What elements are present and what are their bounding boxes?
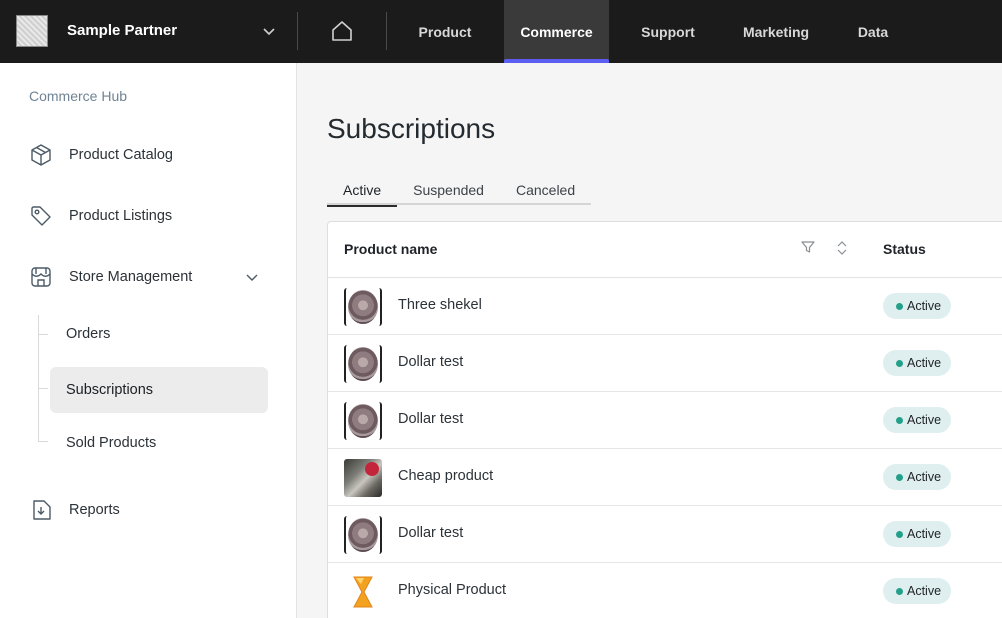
product-thumbnail — [344, 459, 382, 497]
tag-icon — [31, 206, 51, 226]
status-badge: Active — [883, 464, 952, 490]
tab-active[interactable]: Active — [327, 174, 398, 207]
product-name: Dollar test — [398, 411, 464, 427]
divider — [297, 12, 298, 50]
page-title: Subscriptions — [327, 113, 496, 144]
table-row[interactable]: Dollar test Active — [328, 392, 1002, 449]
sidebar: Commerce Hub Product Catalog Product Lis… — [0, 63, 297, 618]
table-row[interactable]: Dollar test Active — [328, 335, 1002, 392]
filter-icon[interactable] — [800, 239, 816, 255]
chevron-down-icon[interactable] — [244, 269, 260, 285]
sidebar-item-sold-products[interactable]: Sold Products — [50, 420, 268, 466]
box-icon — [31, 144, 51, 166]
sidebar-item-product-listings[interactable]: Product Listings — [28, 201, 172, 231]
table-header: Product name Status — [328, 222, 1002, 278]
top-navigation-bar: Sample Partner Product Commerce Support … — [0, 0, 1002, 63]
product-thumbnail — [344, 345, 382, 383]
report-icon — [33, 500, 51, 520]
nav-product[interactable]: Product — [403, 0, 487, 63]
table-row[interactable]: Physical Product Active — [328, 563, 1002, 618]
tree-line — [38, 388, 48, 389]
sidebar-item-orders[interactable]: Orders — [50, 311, 268, 357]
status-badge: Active — [883, 407, 952, 433]
sidebar-item-label: Reports — [69, 502, 120, 518]
column-header-product-name[interactable]: Product name — [344, 241, 437, 257]
tree-line — [38, 334, 48, 335]
product-thumbnail — [344, 516, 382, 554]
nav-support[interactable]: Support — [625, 0, 711, 63]
nav-marketing[interactable]: Marketing — [727, 0, 825, 63]
nav-commerce[interactable]: Commerce — [504, 0, 609, 63]
nav-data[interactable]: Data — [842, 0, 904, 63]
hourglass-icon — [353, 576, 373, 608]
product-thumbnail — [344, 573, 382, 611]
sidebar-item-subscriptions[interactable]: Subscriptions — [50, 367, 268, 413]
home-button[interactable] — [318, 12, 366, 50]
partner-logo[interactable] — [16, 15, 48, 47]
sidebar-item-reports[interactable]: Reports — [28, 495, 120, 525]
sidebar-item-product-catalog[interactable]: Product Catalog — [28, 140, 173, 170]
tab-bar: Active Suspended Canceled — [327, 174, 592, 207]
subscriptions-table: Product name Status Three shekel Active … — [327, 221, 1002, 618]
tab-suspended[interactable]: Suspended — [397, 174, 500, 205]
main-content: Subscriptions Active Suspended Canceled … — [297, 63, 1002, 618]
sidebar-item-label: Product Catalog — [69, 147, 173, 163]
product-name: Cheap product — [398, 468, 494, 484]
product-name: Dollar test — [398, 354, 464, 370]
chevron-down-icon[interactable] — [260, 22, 278, 40]
tab-canceled[interactable]: Canceled — [500, 174, 591, 205]
sidebar-title: Commerce Hub — [29, 88, 128, 104]
sort-icon[interactable] — [835, 240, 849, 256]
home-icon — [332, 21, 352, 41]
product-thumbnail — [344, 288, 382, 326]
status-badge: Active — [883, 578, 952, 604]
product-name: Dollar test — [398, 525, 464, 541]
partner-name[interactable]: Sample Partner — [67, 22, 177, 39]
tree-line — [38, 441, 48, 442]
product-name: Physical Product — [398, 582, 506, 598]
column-header-status[interactable]: Status — [883, 241, 926, 257]
store-icon — [31, 267, 51, 287]
product-name: Three shekel — [398, 297, 482, 313]
table-row[interactable]: Three shekel Active — [328, 278, 1002, 335]
table-row[interactable]: Cheap product Active — [328, 449, 1002, 506]
divider — [386, 12, 387, 50]
status-badge: Active — [883, 350, 952, 376]
sidebar-item-label: Store Management — [69, 269, 193, 285]
table-row[interactable]: Dollar test Active — [328, 506, 1002, 563]
sidebar-item-store-management[interactable]: Store Management — [28, 262, 192, 292]
status-badge: Active — [883, 293, 952, 319]
status-badge: Active — [883, 521, 952, 547]
sidebar-item-label: Product Listings — [69, 208, 173, 224]
product-thumbnail — [344, 402, 382, 440]
